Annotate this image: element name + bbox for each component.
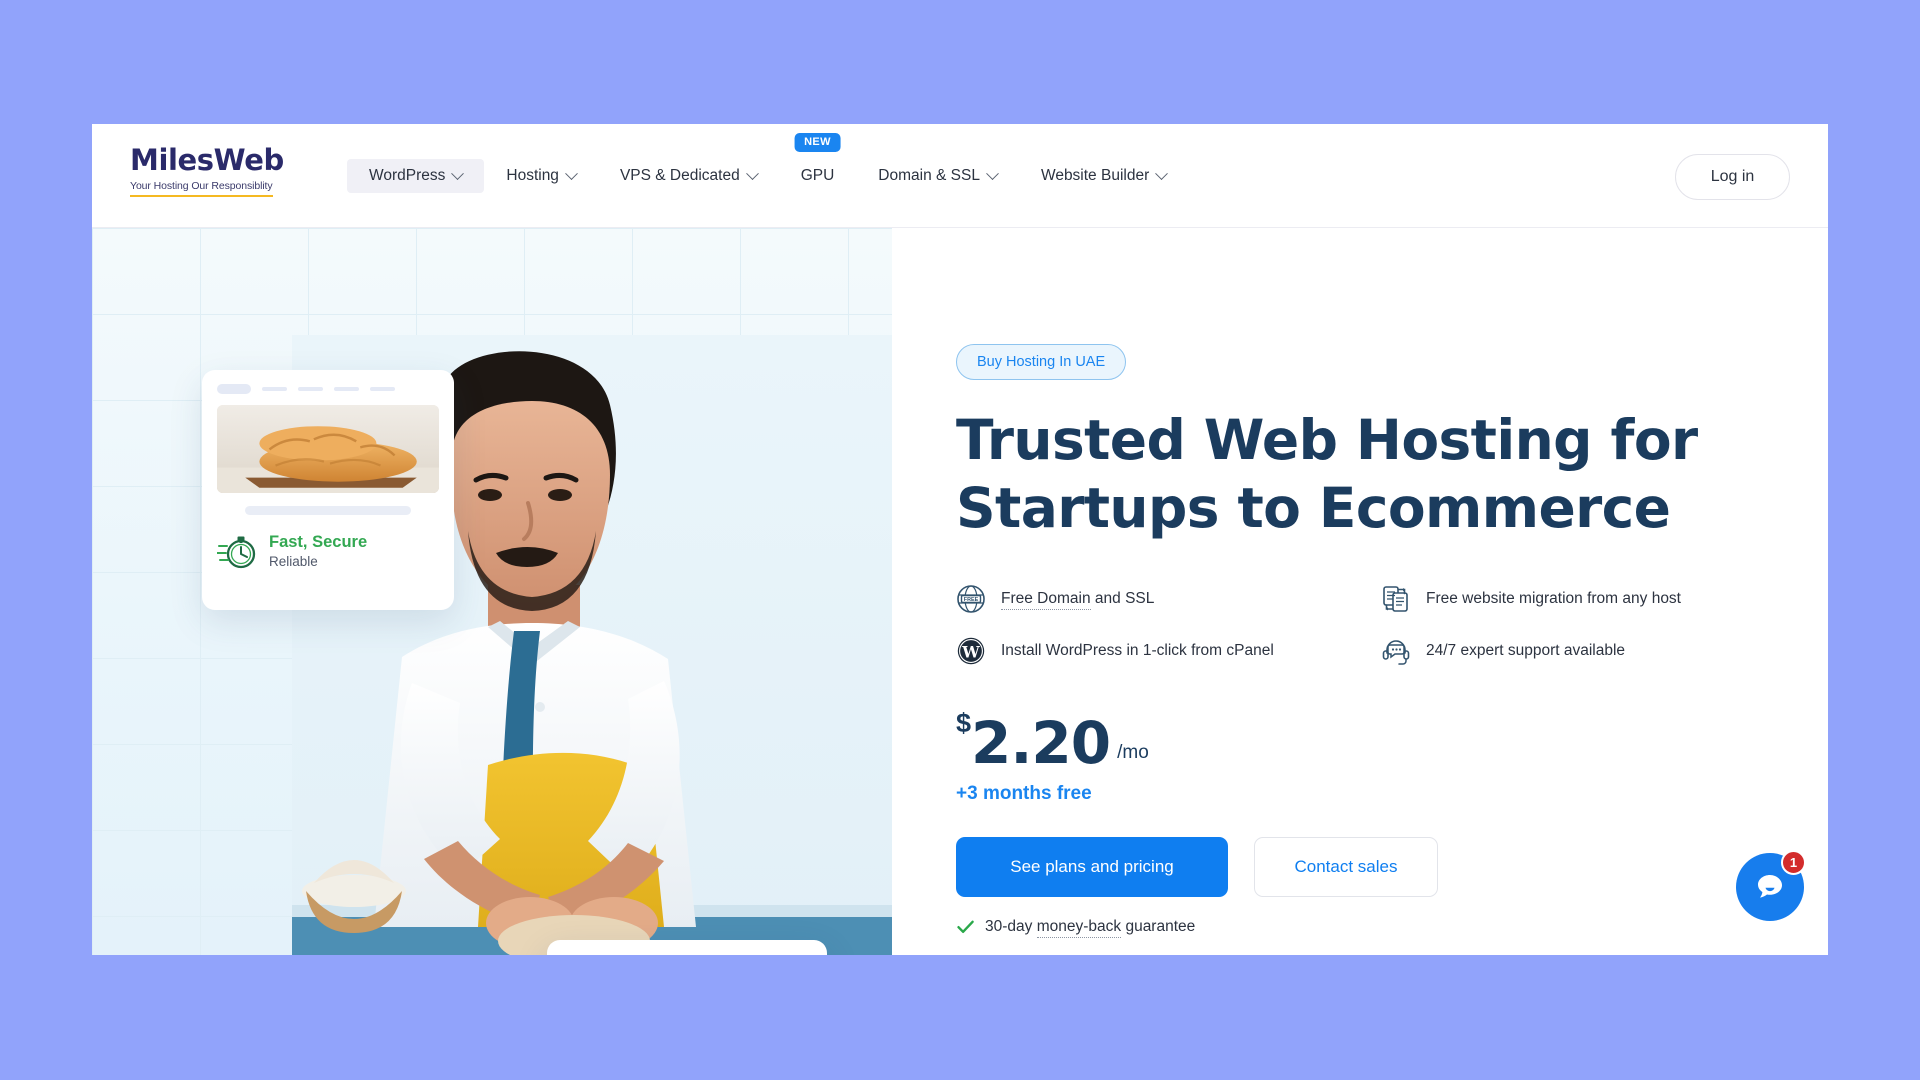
free-domain-tooltip-link[interactable]: Free Domain	[1001, 590, 1091, 611]
nav-item-label: VPS & Dedicated	[619, 167, 740, 184]
chevron-down-icon	[986, 166, 999, 180]
browser-nav-placeholder	[370, 387, 395, 391]
migration-docs-icon	[1383, 586, 1408, 613]
feature-label: 24/7 expert support available	[1426, 642, 1626, 660]
money-back-tooltip-link[interactable]: money-back	[1036, 917, 1122, 938]
browser-page: MilesWeb Your Hosting Our Responsiblity …	[92, 124, 1828, 955]
cta-buttons: See plans and pricing Contact sales	[956, 837, 1828, 898]
site-header: MilesWeb Your Hosting Our Responsiblity …	[92, 124, 1828, 228]
svg-text:FREE: FREE	[964, 597, 979, 603]
browser-logo-placeholder	[217, 384, 251, 394]
nav-item-vps-dedicated[interactable]: VPS & Dedicated	[598, 159, 779, 193]
page-title: Trusted Web Hosting for Startups to Ecom…	[956, 408, 1698, 540]
nav-item-domain-ssl[interactable]: Domain & SSL	[856, 159, 1019, 193]
svg-text:W: W	[961, 643, 980, 662]
guarantee-label: 30-day money-back guarantee	[985, 917, 1195, 938]
new-badge: NEW	[794, 133, 841, 152]
logo-wordmark: MilesWeb	[130, 143, 284, 177]
nav-item-gpu[interactable]: NEW GPU	[779, 133, 857, 193]
promo-text: +3 months free	[956, 783, 1092, 805]
website-preview-card: Fast, Secure Reliable	[202, 370, 454, 610]
check-icon	[957, 920, 974, 934]
feature-list: FREE Free Domain and SSL Free website mi…	[956, 584, 1786, 666]
feature-label: Free website migration from any host	[1426, 590, 1681, 608]
chevron-down-icon	[451, 166, 465, 180]
feature-label: Free Domain and SSL	[1001, 590, 1154, 611]
content-placeholder-bar	[244, 506, 412, 515]
browser-nav-placeholder	[298, 387, 323, 391]
nav-item-label: WordPress	[369, 167, 446, 184]
browser-nav-placeholder	[334, 387, 359, 391]
price-amount: 2.20	[971, 709, 1111, 778]
price-period: /mo	[1117, 742, 1149, 764]
feature-item-migration: Free website migration from any host	[1381, 584, 1786, 614]
chevron-down-icon	[1155, 166, 1169, 180]
login-button[interactable]: Log in	[1675, 154, 1790, 200]
nav-item-hosting[interactable]: Hosting	[484, 159, 598, 193]
feature-label: Install WordPress in 1-click from cPanel	[1001, 642, 1274, 660]
nav-item-label: Hosting	[506, 167, 559, 184]
price-currency: $	[956, 708, 972, 739]
browser-nav-placeholder	[262, 387, 287, 391]
nav-item-wordpress[interactable]: WordPress	[347, 159, 485, 193]
nav-item-label: GPU	[800, 167, 835, 184]
hero-visual: Fast, Secure Reliable	[92, 228, 892, 955]
main-navigation: WordPress Hosting VPS & Dedicated NEW GP…	[347, 124, 1188, 228]
nav-item-website-builder[interactable]: Website Builder	[1019, 159, 1188, 193]
stopwatch-icon	[217, 536, 256, 569]
hero-content: Buy Hosting In UAE Trusted Web Hosting f…	[892, 228, 1828, 955]
guarantee-note: 30-day money-back guarantee	[956, 917, 1828, 938]
hero-section: Fast, Secure Reliable Buy Hosting In UAE…	[92, 228, 1828, 955]
logo-tagline: Your Hosting Our Responsiblity	[130, 180, 273, 197]
nav-item-label: Domain & SSL	[878, 167, 980, 184]
globe-free-icon: FREE	[957, 585, 985, 614]
feature-item-free-domain: FREE Free Domain and SSL	[956, 584, 1371, 614]
preview-card-title: Fast, Secure	[269, 533, 368, 552]
price-display: $ 2.20 /mo	[956, 708, 1828, 778]
chevron-down-icon	[565, 166, 578, 180]
see-plans-button[interactable]: See plans and pricing	[956, 837, 1228, 898]
region-badge[interactable]: Buy Hosting In UAE	[956, 344, 1127, 380]
wordpress-icon: W	[957, 638, 985, 665]
uptime-card: 99.95% Server Uptime	[547, 940, 827, 955]
browser-chrome-bar	[217, 384, 439, 394]
nav-item-label: Website Builder	[1040, 167, 1150, 184]
contact-sales-button[interactable]: Contact sales	[1254, 837, 1438, 898]
preview-card-subtitle: Reliable	[269, 553, 318, 569]
chat-widget[interactable]: 1	[1736, 850, 1806, 921]
chevron-down-icon	[745, 166, 759, 180]
croissants-photo	[217, 405, 439, 493]
feature-item-support: 24/7 expert support available	[1381, 636, 1786, 666]
feature-item-wordpress: W Install WordPress in 1-click from cPan…	[956, 636, 1371, 666]
chat-unread-badge: 1	[1781, 850, 1806, 875]
headset-support-icon	[1382, 640, 1410, 666]
logo[interactable]: MilesWeb Your Hosting Our Responsiblity	[130, 146, 300, 197]
